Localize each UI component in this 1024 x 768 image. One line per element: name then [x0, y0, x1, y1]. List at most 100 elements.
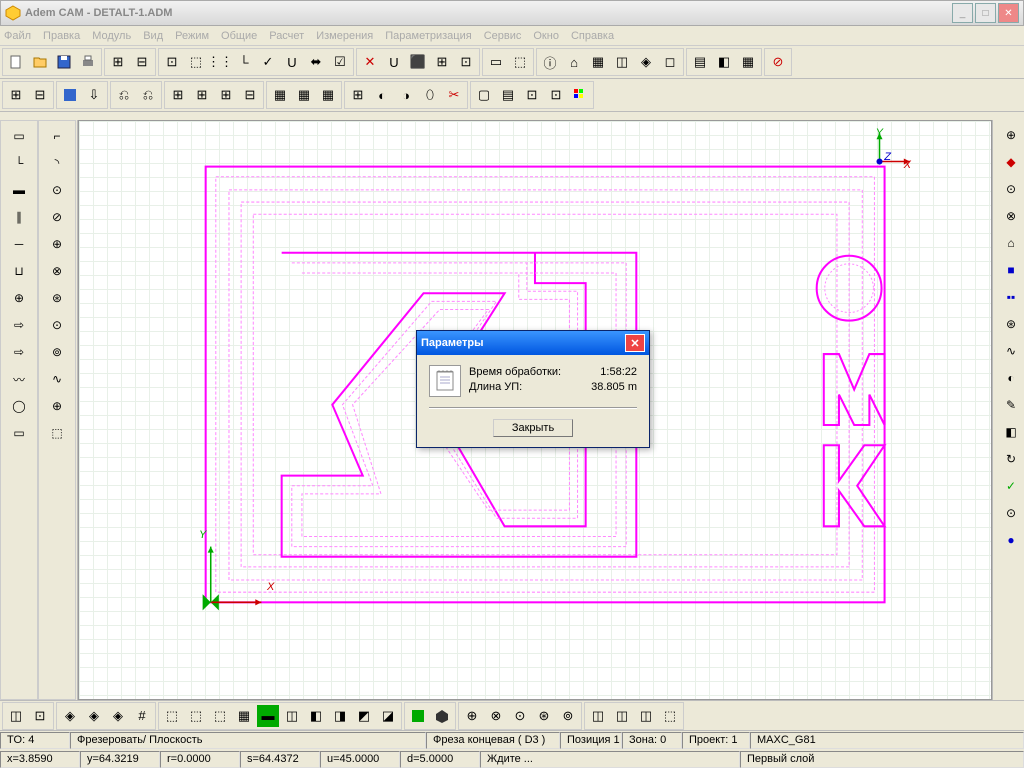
close-button[interactable]: ✕: [998, 3, 1019, 23]
print-icon[interactable]: [76, 50, 100, 74]
bt-23-icon[interactable]: ⊚: [556, 704, 580, 728]
tool-b2-icon[interactable]: ⬚: [184, 50, 208, 74]
rtool-1-icon[interactable]: ⊕: [995, 122, 1024, 148]
tool-e2-icon[interactable]: ⌂: [562, 50, 586, 74]
tool-m4-icon[interactable]: ⊡: [544, 83, 568, 107]
tool-k2-icon[interactable]: ▦: [292, 83, 316, 107]
calc-icon[interactable]: ▤: [688, 50, 712, 74]
bt-6-icon[interactable]: #: [130, 704, 154, 728]
tool-m3-icon[interactable]: ⊡: [520, 83, 544, 107]
ellipse-tool-icon[interactable]: ◯: [3, 393, 35, 419]
doc-icon[interactable]: ▤: [496, 83, 520, 107]
snap8-tool-icon[interactable]: ⊕: [41, 393, 73, 419]
menu-mode[interactable]: Режим: [175, 30, 209, 42]
bt-9-icon[interactable]: ⬚: [208, 704, 232, 728]
bt-20-icon[interactable]: ⊗: [484, 704, 508, 728]
line-tool-icon[interactable]: ─: [3, 231, 35, 257]
bt-5-icon[interactable]: ◈: [106, 704, 130, 728]
snap2-tool-icon[interactable]: ⊘: [41, 204, 73, 230]
u-tool-icon[interactable]: ⊔: [3, 258, 35, 284]
tool-e3-icon[interactable]: ▦: [586, 50, 610, 74]
cube-icon[interactable]: ◈: [634, 50, 658, 74]
menu-calc[interactable]: Расчет: [269, 30, 304, 42]
bt-25-icon[interactable]: ◫: [610, 704, 634, 728]
bt-11-icon[interactable]: ▬: [256, 704, 280, 728]
rtool-12-icon[interactable]: ◧: [995, 419, 1024, 445]
tool-c3-icon[interactable]: ⬛: [406, 50, 430, 74]
rect2-tool-icon[interactable]: ▭: [3, 420, 35, 446]
rtool-4-icon[interactable]: ⊗: [995, 203, 1024, 229]
rtool-10-icon[interactable]: ◐: [995, 365, 1024, 391]
tool-d2-icon[interactable]: ⬚: [508, 50, 532, 74]
rtool-16-icon[interactable]: ●: [995, 527, 1024, 553]
delete-icon[interactable]: ✕: [358, 50, 382, 74]
tool-d1-icon[interactable]: ▭: [484, 50, 508, 74]
minimize-button[interactable]: _: [952, 3, 973, 23]
rtool-14-icon[interactable]: ✓: [995, 473, 1024, 499]
tool-k3-icon[interactable]: ▦: [316, 83, 340, 107]
tool-j4-icon[interactable]: ⊟: [238, 83, 262, 107]
fill-tool-icon[interactable]: ▬: [3, 177, 35, 203]
bt-2-icon[interactable]: ⊡: [28, 704, 52, 728]
tool-b1-icon[interactable]: ⊡: [160, 50, 184, 74]
region-tool-icon[interactable]: ⬚: [41, 420, 73, 446]
tool-i2-icon[interactable]: ⎌: [136, 83, 160, 107]
bt-3-icon[interactable]: ◈: [58, 704, 82, 728]
tool-l3-icon[interactable]: ◑: [394, 83, 418, 107]
dialog-close-button[interactable]: ✕: [625, 334, 645, 352]
tool-b3-icon[interactable]: ⋮⋮: [208, 50, 232, 74]
tool-f3-icon[interactable]: ▦: [736, 50, 760, 74]
bt-13-icon[interactable]: ◧: [304, 704, 328, 728]
rtool-9-icon[interactable]: ∿: [995, 338, 1024, 364]
bt-10-icon[interactable]: ▦: [232, 704, 256, 728]
bt-7-icon[interactable]: ⬚: [160, 704, 184, 728]
bt-24-icon[interactable]: ◫: [586, 704, 610, 728]
stop-icon[interactable]: ⊘: [766, 50, 790, 74]
bt-8-icon[interactable]: ⬚: [184, 704, 208, 728]
tool-g2-icon[interactable]: ⊟: [28, 83, 52, 107]
tool-h2-icon[interactable]: ⇩: [82, 83, 106, 107]
menu-param[interactable]: Параметризация: [385, 30, 471, 42]
tool-c4-icon[interactable]: ⊞: [430, 50, 454, 74]
arc-tool-icon[interactable]: ◝: [41, 150, 73, 176]
tool-j2-icon[interactable]: ⊞: [190, 83, 214, 107]
tool-l1-icon[interactable]: ⊞: [346, 83, 370, 107]
snap4-tool-icon[interactable]: ⊗: [41, 258, 73, 284]
bt-18-icon[interactable]: [430, 704, 454, 728]
tool-b4-icon[interactable]: └: [232, 50, 256, 74]
maximize-button[interactable]: □: [975, 3, 996, 23]
menu-view[interactable]: Вид: [143, 30, 163, 42]
cylinder-icon[interactable]: ⬯: [418, 83, 442, 107]
menu-module[interactable]: Модуль: [92, 30, 131, 42]
tool-f2-icon[interactable]: ◧: [712, 50, 736, 74]
tool-e6-icon[interactable]: ◻: [658, 50, 682, 74]
tool-c5-icon[interactable]: ⊡: [454, 50, 478, 74]
rtool-8-icon[interactable]: ⊛: [995, 311, 1024, 337]
tool-b6-icon[interactable]: U: [280, 50, 304, 74]
bt-12-icon[interactable]: ◫: [280, 704, 304, 728]
rtool-15-icon[interactable]: ⊙: [995, 500, 1024, 526]
rtool-11-icon[interactable]: ✎: [995, 392, 1024, 418]
lshape-tool-icon[interactable]: └: [3, 150, 35, 176]
rtool-5-icon[interactable]: ⌂: [995, 230, 1024, 256]
tool-m1-icon[interactable]: ▢: [472, 83, 496, 107]
curve-tool-icon[interactable]: ∿: [41, 366, 73, 392]
rtool-3-icon[interactable]: ⊙: [995, 176, 1024, 202]
bt-16-icon[interactable]: ◪: [376, 704, 400, 728]
tool-j1-icon[interactable]: ⊞: [166, 83, 190, 107]
tool-b5-icon[interactable]: ✓: [256, 50, 280, 74]
menu-window[interactable]: Окно: [533, 30, 559, 42]
bt-22-icon[interactable]: ⊛: [532, 704, 556, 728]
tool-b8-icon[interactable]: ☑: [328, 50, 352, 74]
dialog-titlebar[interactable]: Параметры ✕: [417, 331, 649, 355]
wave-tool-icon[interactable]: 〰: [3, 366, 35, 392]
snap1-tool-icon[interactable]: ⊙: [41, 177, 73, 203]
bt-19-icon[interactable]: ⊕: [460, 704, 484, 728]
bt-27-icon[interactable]: ⬚: [658, 704, 682, 728]
bt-1-icon[interactable]: ◫: [4, 704, 28, 728]
parallel-tool-icon[interactable]: ∥: [3, 204, 35, 230]
open-icon[interactable]: [28, 50, 52, 74]
tool-l2-icon[interactable]: ◐: [370, 83, 394, 107]
menu-file[interactable]: Файл: [4, 30, 31, 42]
disk-save-icon[interactable]: [58, 83, 82, 107]
